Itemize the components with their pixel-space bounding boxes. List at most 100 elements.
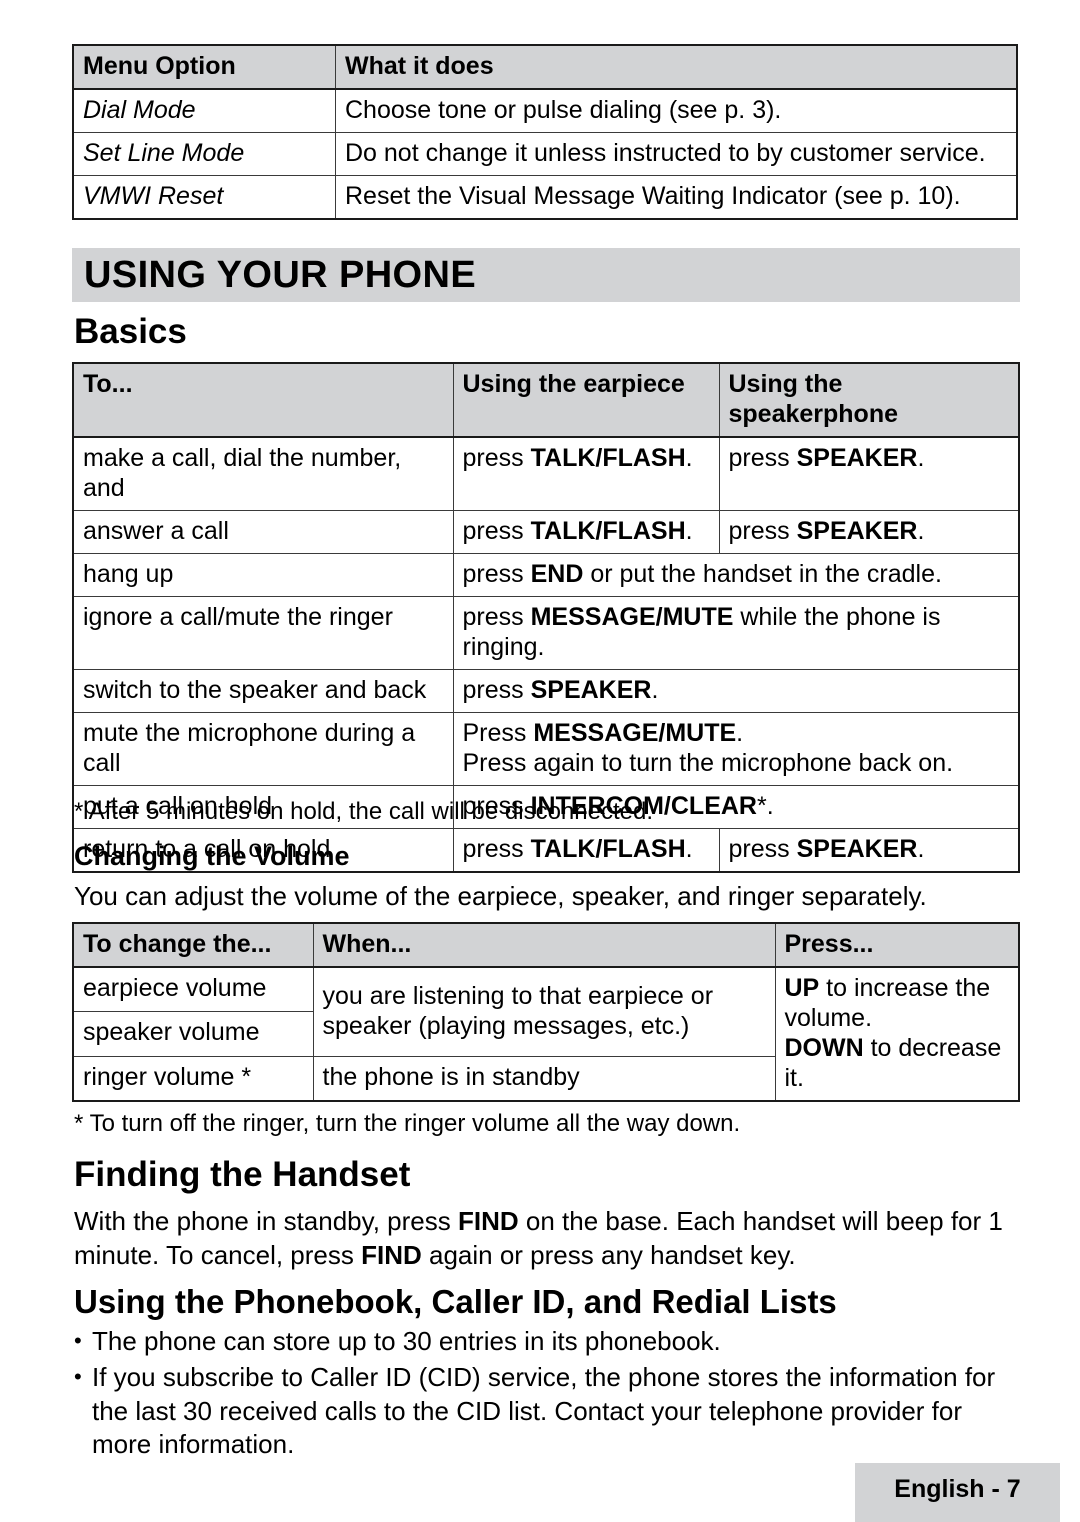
basics-earpiece: press TALK/FLASH. [452,828,720,873]
basics-speakerphone: press SPEAKER. [718,828,1020,873]
column-header-menu-option: Menu Option [72,44,336,90]
text-fragment: . [917,517,925,545]
volume-footnote: * To turn off the ringer, turn the ringe… [74,1110,741,1137]
table-row: Set Line Mode Do not change it unless in… [72,132,1018,176]
basics-action: answer a call [72,510,454,554]
text-fragment: With the phone in standby, press [74,1206,458,1236]
menu-option-table: Menu Option What it does Dial Mode Choos… [72,44,1018,220]
bullet-point-icon: • [74,1328,82,1353]
table-row: hang up press END or put the handset in … [72,553,1020,597]
key-label: MESSAGE/MUTE [533,719,737,747]
basics-table: To... Using the earpiece Using the speak… [72,362,1020,873]
key-label: MESSAGE/MUTE [530,603,734,631]
key-label-down: DOWN [784,1034,864,1062]
text-fragment: press [462,560,531,588]
section-banner: USING YOUR PHONE [72,248,1020,302]
key-label: TALK/FLASH [530,835,686,863]
finding-handset-paragraph: With the phone in standby, press FIND on… [74,1205,1020,1273]
bullet-point-icon: • [74,1363,82,1389]
basics-instruction-span: press SPEAKER. [452,669,1020,713]
heading-basics: Basics [74,312,187,351]
basics-action: mute the microphone during a call [72,712,454,786]
text-fragment: press [462,603,531,631]
list-item: • The phone can store up to 30 entries i… [74,1325,1020,1359]
key-label: SPEAKER [530,676,652,704]
table-row: switch to the speaker and back press SPE… [72,669,1020,713]
basics-instruction-span: press MESSAGE/MUTE while the phone is ri… [452,596,1020,670]
table-header-row: Menu Option What it does [72,44,1018,90]
text-fragment: press [462,676,531,704]
key-label: TALK/FLASH [530,444,686,472]
text-fragment: press [728,444,797,472]
column-header-to-change: To change the... [72,922,314,968]
volume-target-earpiece: earpiece volume [72,966,314,1013]
key-label: END [530,560,584,588]
press-increase-line: UP to increase the volume. [785,973,1010,1033]
text-fragment: again or press any handset key. [421,1239,796,1270]
menu-option-description: Reset the Visual Message Waiting Indicat… [335,175,1018,220]
menu-option-description: Choose tone or pulse dialing (see p. 3). [335,88,1018,133]
heading-using-phonebook: Using the Phonebook, Caller ID, and Redi… [74,1283,837,1320]
section-banner-title: USING YOUR PHONE [84,254,477,296]
manual-page: Menu Option What it does Dial Mode Choos… [0,0,1080,1522]
volume-condition-standby: the phone is in standby [312,1055,776,1102]
text-fragment: . [651,676,659,704]
press-decrease-line: DOWN to decrease it. [785,1033,1010,1093]
key-label: SPEAKER [796,444,918,472]
volume-condition-listening: you are listening to that earpiece or sp… [312,966,776,1057]
column-header-to: To... [72,362,454,438]
phonebook-bullet-list: • The phone can store up to 30 entries i… [74,1325,1020,1464]
column-header-speakerphone: Using the speakerphone [718,362,1020,438]
text-fragment: . [685,517,693,545]
table-row: earpiece volume you are listening to tha… [72,966,1020,1102]
basics-action: hang up [72,553,454,597]
basics-action: ignore a call/mute the ringer [72,596,454,670]
column-header-what-it-does: What it does [335,44,1018,90]
heading-finding-the-handset: Finding the Handset [74,1155,411,1194]
instruction-line-2: Press again to turn the microphone back … [462,749,954,777]
basics-earpiece: press TALK/FLASH. [452,436,720,511]
column-header-press: Press... [774,922,1020,968]
key-label: TALK/FLASH [530,517,686,545]
key-label-find: FIND [457,1206,519,1236]
key-label-up: UP [784,974,820,1002]
text-fragment: press [728,517,797,545]
menu-option-name: Dial Mode [72,88,336,133]
table-header-row: To... Using the earpiece Using the speak… [72,362,1020,438]
column-header-when: When... [312,922,776,968]
key-label: SPEAKER [796,835,918,863]
text-fragment: press [728,835,797,863]
text-fragment: press [462,835,531,863]
table-header-row: To change the... When... Press... [72,922,1020,968]
basics-footnote: * After 5 minutes on hold, the call will… [74,798,653,825]
text-fragment: . [685,444,693,472]
column-header-earpiece: Using the earpiece [452,362,720,438]
text-fragment: press [462,517,531,545]
basics-instruction-span: Press MESSAGE/MUTE. Press again to turn … [452,712,1020,786]
table-row: VMWI Reset Reset the Visual Message Wait… [72,175,1018,220]
text-fragment: Press [462,719,534,747]
volume-table: To change the... When... Press... earpie… [72,922,1020,1102]
text-fragment: . [917,444,925,472]
table-row: mute the microphone during a call Press … [72,712,1020,786]
table-row: answer a call press TALK/FLASH. press SP… [72,510,1020,554]
basics-speakerphone: press SPEAKER. [718,510,1020,554]
volume-press-instructions: UP to increase the volume. DOWN to decre… [774,966,1020,1102]
page-footer-label: English - 7 [894,1475,1021,1503]
text-fragment: . [736,719,744,747]
heading-changing-the-volume: Changing the Volume [74,841,350,871]
key-label-find: FIND [361,1239,422,1270]
list-item: • If you subscribe to Caller ID (CID) se… [74,1361,1020,1462]
table-row: ignore a call/mute the ringer press MESS… [72,596,1020,670]
table-row: make a call, dial the number, and press … [72,436,1020,511]
basics-earpiece: press TALK/FLASH. [452,510,720,554]
basics-instruction-span: press END or put the handset in the crad… [452,553,1020,597]
text-fragment: or put the handset in the cradle. [583,560,942,588]
list-item-text: If you subscribe to Caller ID (CID) serv… [92,1361,996,1460]
page-footer: English - 7 [855,1463,1060,1522]
table-row: Dial Mode Choose tone or pulse dialing (… [72,88,1018,133]
text-fragment: . [685,835,693,863]
menu-option-name: VMWI Reset [72,175,336,220]
volume-target-speaker: speaker volume [72,1011,314,1057]
volume-target-ringer: ringer volume * [72,1055,314,1102]
